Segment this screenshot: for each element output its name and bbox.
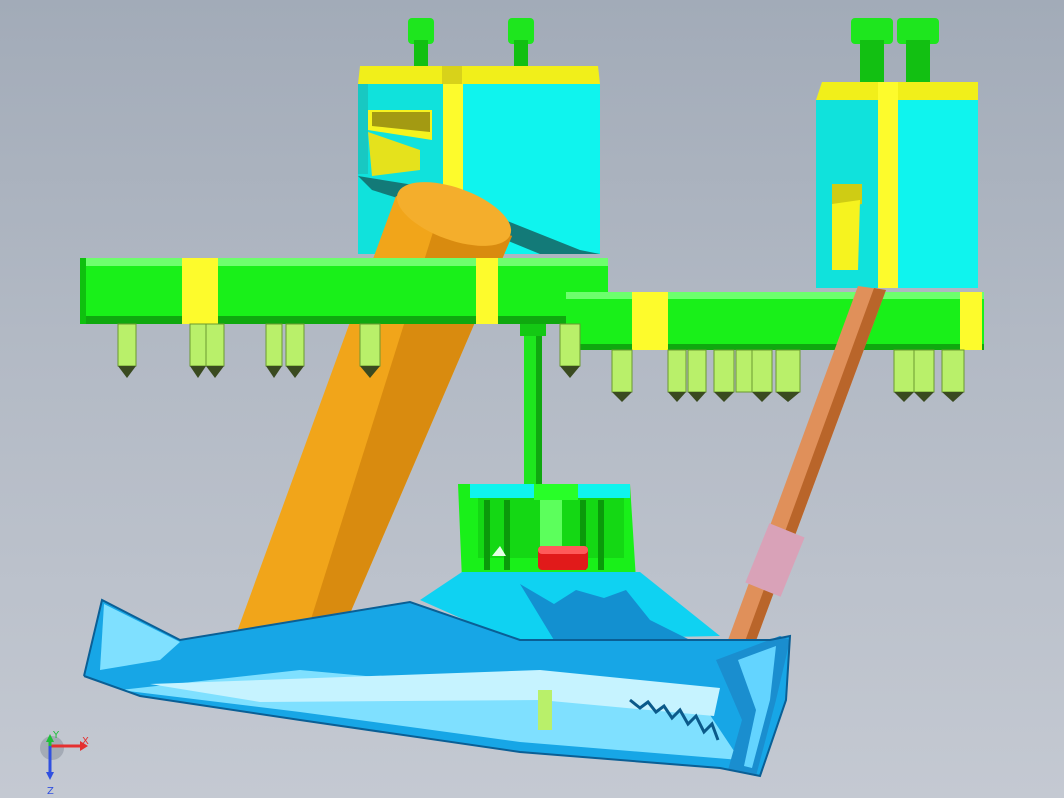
vertical-support-pin bbox=[520, 324, 546, 486]
coordinate-triad[interactable]: X Y Z bbox=[40, 730, 89, 797]
cad-viewport[interactable]: X Y Z bbox=[0, 0, 1064, 798]
z-axis-label: Z bbox=[47, 786, 54, 797]
retainer-plate-left[interactable] bbox=[80, 258, 608, 324]
top-bolt bbox=[508, 18, 534, 66]
ejector-pins-right bbox=[611, 349, 965, 402]
y-axis-label: Y bbox=[52, 730, 60, 741]
mold-assembly-model[interactable]: X Y Z bbox=[0, 0, 1064, 798]
retainer-plate-right[interactable] bbox=[566, 292, 984, 350]
top-bolt bbox=[897, 18, 939, 82]
x-axis-label: X bbox=[82, 736, 89, 747]
top-bolt bbox=[408, 18, 434, 66]
core-insert-housing bbox=[458, 484, 636, 580]
top-bolt bbox=[851, 18, 893, 82]
slider-block-right[interactable] bbox=[816, 18, 978, 288]
molded-part-housing[interactable] bbox=[83, 572, 792, 778]
